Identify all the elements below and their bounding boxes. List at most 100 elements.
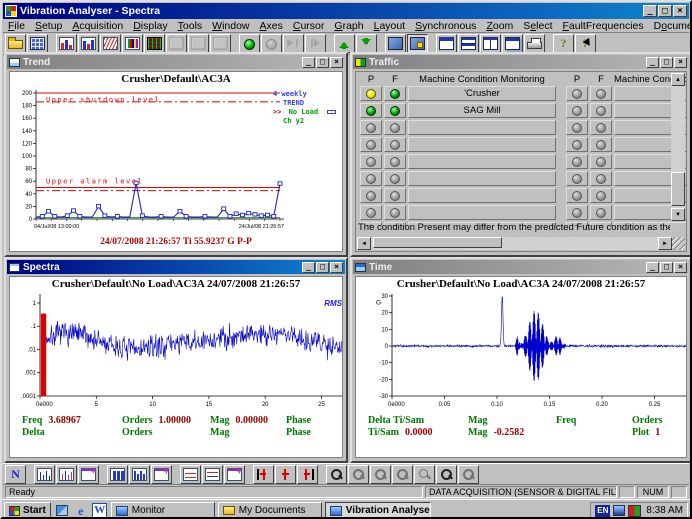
app-titlebar[interactable]: Vibration Analyser - Spectra _ □ × <box>3 3 689 19</box>
spectra-chart-button[interactable] <box>78 34 99 53</box>
traffic-vertical-scrollbar[interactable]: ▲ ▼ <box>671 73 685 221</box>
menu-graph[interactable]: Graph <box>329 20 368 32</box>
menu-window[interactable]: Window <box>207 20 254 32</box>
traffic-titlebar[interactable]: Traffic _ □ × <box>353 55 689 69</box>
resize-grip[interactable] <box>672 237 685 250</box>
menu-documentations[interactable]: Documentations <box>649 20 690 32</box>
machine-label[interactable] <box>408 120 556 135</box>
traffic-horizontal-scrollbar[interactable]: ◄ ► <box>357 237 685 250</box>
spectrum-window-button[interactable] <box>78 464 99 484</box>
step-forward-button[interactable] <box>283 34 304 53</box>
menu-cursor[interactable]: Cursor <box>288 20 330 32</box>
open-button[interactable] <box>5 34 26 53</box>
trend-chart-button[interactable] <box>56 34 77 53</box>
trend-minimize-button[interactable]: _ <box>302 56 315 68</box>
trend-titlebar[interactable]: Trend _ □ × <box>7 55 345 69</box>
zoom-next-button[interactable] <box>370 464 391 484</box>
spectra-titlebar[interactable]: Spectra _ □ × <box>7 260 345 274</box>
trend-close-button[interactable]: × <box>330 56 343 68</box>
traffic-minimize-button[interactable]: _ <box>646 56 659 68</box>
bar-graph-button[interactable] <box>107 464 128 484</box>
step-last-button[interactable] <box>305 34 326 53</box>
menu-layout[interactable]: Layout <box>369 20 411 32</box>
scroll-left-button[interactable]: ◄ <box>357 237 371 250</box>
task-vibration-analyser-button[interactable]: Vibration Analyser - ... <box>324 501 431 517</box>
layout-b-button[interactable] <box>188 34 209 53</box>
time-restore-button[interactable]: □ <box>660 261 673 273</box>
workspace-button[interactable] <box>27 34 48 53</box>
machine-label[interactable] <box>408 188 556 203</box>
help-button[interactable]: ? <box>553 34 574 53</box>
cursor-center-button[interactable] <box>275 464 296 484</box>
print-button[interactable] <box>524 34 545 53</box>
zoom-reset-button[interactable] <box>414 464 435 484</box>
menu-faultfrequencies[interactable]: FaultFrequencies <box>558 20 649 32</box>
vibration-tray-icon[interactable] <box>628 504 642 517</box>
scroll-down-button[interactable]: ▼ <box>671 208 685 221</box>
waveform-chart-button[interactable] <box>100 34 121 53</box>
machine-label[interactable]: 'Crusher <box>408 86 556 101</box>
quicklaunch-word-button[interactable]: W <box>92 503 108 517</box>
close-button[interactable]: × <box>673 5 687 17</box>
menu-setup[interactable]: Setup <box>30 20 67 32</box>
zoom-box-button[interactable] <box>436 464 457 484</box>
time-titlebar[interactable]: Time _ □ × <box>353 260 689 274</box>
zoom-in-button[interactable] <box>326 464 347 484</box>
menu-select[interactable]: Select <box>518 20 557 32</box>
quicklaunch-desktop-button[interactable] <box>54 503 70 518</box>
hscroll-thumb[interactable] <box>373 237 503 248</box>
tray-icon[interactable] <box>613 505 626 516</box>
zoom-undo-button[interactable] <box>458 464 479 484</box>
vscroll-thumb[interactable] <box>671 172 685 206</box>
window-new-button[interactable] <box>436 34 457 53</box>
machine-label[interactable] <box>408 205 556 220</box>
time-minimize-button[interactable]: _ <box>646 261 659 273</box>
zoom-prev-button[interactable] <box>348 464 369 484</box>
menu-axes[interactable]: Axes <box>255 20 288 32</box>
menu-file[interactable]: File <box>3 20 30 32</box>
overlay2-button[interactable] <box>202 464 223 484</box>
spectra-close-button[interactable]: × <box>330 261 343 273</box>
acquire-start-button[interactable] <box>239 34 260 53</box>
tile-vertical-button[interactable] <box>480 34 501 53</box>
quicklaunch-ie-button[interactable]: e <box>73 503 89 518</box>
monitor-a-button[interactable] <box>385 34 406 53</box>
task-monitor-button[interactable]: Monitor <box>110 501 215 517</box>
bar-graph2-button[interactable] <box>129 464 150 484</box>
machine-label[interactable] <box>408 154 556 169</box>
cursor-left-button[interactable] <box>253 464 274 484</box>
layout-c-button[interactable] <box>210 34 231 53</box>
minimize-button[interactable]: _ <box>643 5 657 17</box>
machine-label[interactable] <box>408 137 556 152</box>
traffic-restore-button[interactable]: □ <box>660 56 673 68</box>
spectra-minimize-button[interactable]: _ <box>302 261 315 273</box>
task-my-documents-button[interactable]: My Documents <box>217 501 322 517</box>
nav-up-button[interactable] <box>334 34 355 53</box>
menu-synchronous[interactable]: Synchronous <box>410 20 481 32</box>
menu-tools[interactable]: Tools <box>173 20 208 32</box>
cascade-button[interactable] <box>502 34 523 53</box>
start-button[interactable]: Start <box>4 501 51 517</box>
layout-a-button[interactable] <box>166 34 187 53</box>
nav-down-button[interactable] <box>356 34 377 53</box>
language-indicator[interactable]: EN <box>595 504 611 517</box>
multi-chart-button[interactable] <box>122 34 143 53</box>
waterfall-button[interactable] <box>56 464 77 484</box>
machine-label[interactable] <box>408 171 556 186</box>
bars-window-button[interactable] <box>151 464 172 484</box>
time-close-button[interactable]: × <box>674 261 687 273</box>
overlay-button[interactable] <box>180 464 201 484</box>
menu-zoom[interactable]: Zoom <box>481 20 518 32</box>
menu-acquisition[interactable]: Acquisition <box>67 20 128 32</box>
monitor-b-button[interactable] <box>407 34 428 53</box>
trend-restore-button[interactable]: □ <box>316 56 329 68</box>
zoom-out-button[interactable] <box>392 464 413 484</box>
machine-label[interactable]: SAG Mill <box>408 103 556 118</box>
single-spectrum-button[interactable] <box>34 464 55 484</box>
context-help-button[interactable]: ? <box>575 34 596 53</box>
restore-button[interactable]: □ <box>658 5 672 17</box>
hscroll-track[interactable] <box>371 237 658 250</box>
scroll-up-button[interactable]: ▲ <box>671 73 685 86</box>
tile-horizontal-button[interactable] <box>458 34 479 53</box>
matrix-chart-button[interactable] <box>144 34 165 53</box>
